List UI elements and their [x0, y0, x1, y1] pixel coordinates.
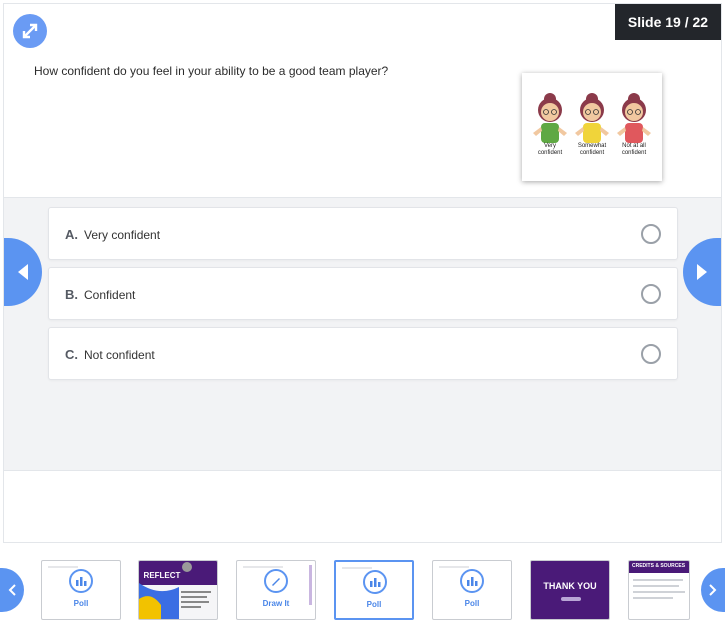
- poll-icon: [460, 569, 484, 593]
- option-radio[interactable]: [641, 284, 661, 304]
- thumbnail-line: [243, 566, 283, 568]
- slide-footer-area: [4, 470, 721, 542]
- thumbnail-strip: Poll REFLECT Draw It Poll Poll THANK YOU…: [0, 552, 725, 626]
- option-text: Very confident: [84, 228, 161, 242]
- option-letter: A.: [65, 227, 78, 242]
- option-a[interactable]: A. Very confident: [48, 207, 678, 260]
- previous-slide-button[interactable]: [4, 238, 42, 306]
- thumbnail-label: REFLECT: [143, 571, 181, 580]
- image-label-somewhat-confident: Somewhat confident: [577, 143, 607, 156]
- thumbnail-stripe: [309, 565, 312, 605]
- bar-chart-icon: [370, 578, 381, 587]
- thumbnail-label: THANK YOU: [543, 581, 597, 591]
- option-letter: B.: [65, 287, 78, 302]
- thumbnail-reflect[interactable]: REFLECT: [138, 560, 218, 620]
- thumbnail-draw-it[interactable]: Draw It: [236, 560, 316, 620]
- option-b[interactable]: B. Confident: [48, 267, 678, 320]
- option-c[interactable]: C. Not confident: [48, 327, 678, 380]
- thumbnail-line: [633, 597, 673, 599]
- draw-icon: [264, 569, 288, 593]
- answer-options: A. Very confident B. Confident C. Not co…: [48, 207, 678, 387]
- confidence-figures-illustration: [533, 93, 651, 143]
- thumbnail-credits[interactable]: CREDITS & SOURCES: [628, 560, 690, 620]
- thumbnails-next-button[interactable]: [701, 568, 725, 612]
- bar-chart-icon: [76, 577, 87, 586]
- reflect-slide-preview: [139, 561, 217, 619]
- thumbnail-logo: [561, 597, 581, 601]
- question-image: Very confident Somewhat confident Not at…: [522, 73, 662, 181]
- chevron-left-icon: [8, 584, 16, 596]
- chevron-left-icon: [18, 264, 28, 280]
- thumbnail-line: [633, 579, 683, 581]
- thumbnail-poll[interactable]: Poll: [432, 560, 512, 620]
- thumbnail-line: [633, 585, 679, 587]
- thumbnail-poll-current[interactable]: Poll: [334, 560, 414, 620]
- poll-icon: [69, 569, 93, 593]
- poll-icon: [363, 570, 387, 594]
- question-text: How confident do you feel in your abilit…: [34, 64, 389, 78]
- image-label-very-confident: Very confident: [537, 143, 563, 156]
- thumbnail-label: CREDITS & SOURCES: [632, 563, 686, 569]
- option-radio[interactable]: [641, 344, 661, 364]
- option-text: Confident: [84, 288, 136, 302]
- thumbnail-label: Draw It: [262, 599, 290, 608]
- thumbnail-poll[interactable]: Poll: [41, 560, 121, 620]
- thumbnail-label: Poll: [464, 599, 480, 608]
- expand-arrows-icon: [22, 23, 38, 39]
- option-radio[interactable]: [641, 224, 661, 244]
- option-letter: C.: [65, 347, 78, 362]
- option-text: Not confident: [84, 348, 155, 362]
- thumbnail-label: Poll: [366, 600, 382, 609]
- image-label-not-at-all-confident: Not at all confident: [621, 143, 647, 156]
- pencil-icon: [272, 578, 280, 586]
- expand-button[interactable]: [13, 14, 47, 48]
- thumbnails-prev-button[interactable]: [0, 568, 24, 612]
- thumbnail-line: [633, 591, 685, 593]
- thumbnail-line: [342, 567, 372, 569]
- slide-frame: Slide 19 / 22 How confident do you feel …: [3, 3, 722, 543]
- next-slide-button[interactable]: [683, 238, 721, 306]
- bar-chart-icon: [467, 577, 478, 586]
- slide-counter: Slide 19 / 22: [615, 4, 721, 40]
- chevron-right-icon: [697, 264, 707, 280]
- thumbnail-line: [48, 566, 78, 568]
- thumbnail-thank-you[interactable]: THANK YOU: [530, 560, 610, 620]
- slide-header-area: Slide 19 / 22 How confident do you feel …: [4, 4, 721, 198]
- thumbnail-label: Poll: [73, 599, 89, 608]
- chevron-right-icon: [709, 584, 717, 596]
- thumbnail-line: [439, 566, 469, 568]
